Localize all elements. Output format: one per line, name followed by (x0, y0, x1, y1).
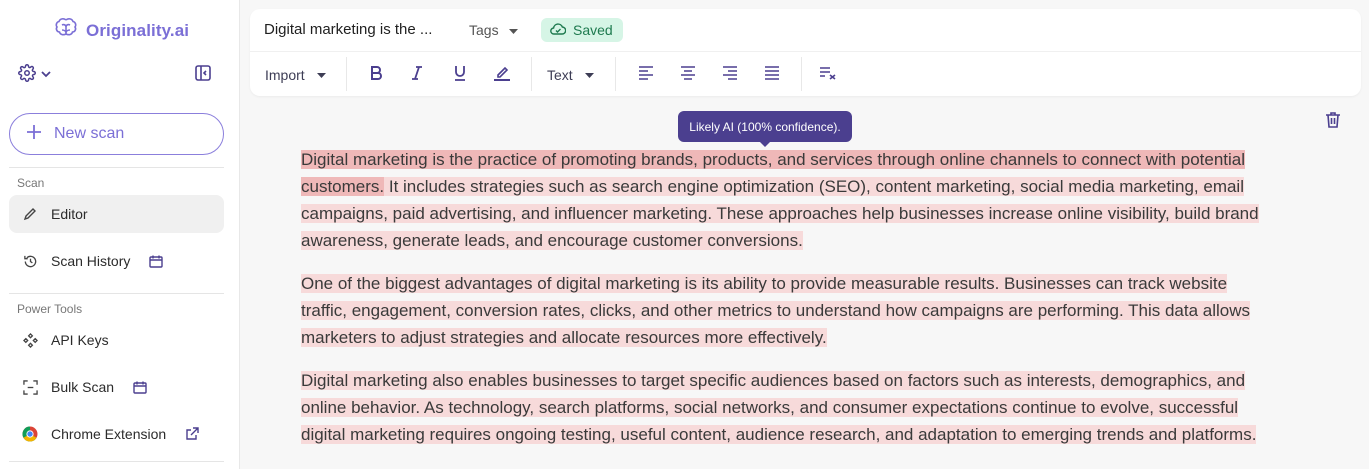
caret-down-icon (508, 22, 518, 38)
divider (9, 461, 224, 462)
sidebar-item-editor[interactable]: Editor (9, 195, 224, 233)
highlight-button[interactable] (493, 61, 511, 89)
sidebar-item-label: Scan History (51, 253, 131, 269)
plus-icon (26, 124, 42, 145)
underline-icon (453, 65, 467, 86)
text-style-dropdown[interactable]: Text (547, 61, 594, 89)
highlighted-text: It includes strategies such as search en… (301, 177, 1259, 250)
sidebar: Originality.ai New scan Scan Editor Scan… (0, 0, 240, 469)
highlighter-icon (493, 64, 511, 87)
italic-button[interactable] (411, 61, 423, 89)
trash-icon (1325, 112, 1341, 132)
section-label-scan: Scan (17, 176, 45, 190)
underline-button[interactable] (453, 61, 467, 89)
calendar-icon (149, 255, 164, 268)
new-scan-label: New scan (54, 125, 125, 142)
bold-button[interactable] (370, 61, 382, 89)
align-justify-button[interactable] (764, 61, 780, 89)
chrome-icon (22, 426, 38, 442)
align-center-button[interactable] (680, 61, 696, 89)
section-label-power-tools: Power Tools (17, 302, 83, 316)
editor-content[interactable]: Digital marketing is the practice of pro… (301, 146, 1276, 464)
divider (9, 167, 224, 168)
paragraph: Digital marketing is the practice of pro… (301, 146, 1276, 254)
settings-menu-button[interactable] (18, 64, 52, 87)
tags-dropdown[interactable]: Tags (469, 22, 518, 38)
logo-text: Originality.ai (86, 20, 190, 40)
caret-down-icon (316, 66, 326, 84)
italic-icon (411, 65, 423, 85)
api-keys-icon (22, 332, 38, 348)
paragraph: Digital marketing also enables businesse… (301, 367, 1276, 448)
text-style-label: Text (547, 67, 573, 83)
align-left-button[interactable] (638, 61, 654, 89)
import-label: Import (265, 67, 305, 83)
sidebar-item-bulk-scan[interactable]: Bulk Scan (9, 368, 224, 406)
ai-confidence-tooltip: Likely AI (100% confidence). (678, 111, 852, 147)
delete-button[interactable] (1325, 111, 1341, 133)
import-dropdown[interactable]: Import (265, 61, 326, 89)
bulk-scan-icon (22, 379, 38, 395)
logo[interactable]: Originality.ai (54, 17, 189, 44)
toolbar-separator (615, 57, 616, 91)
gear-icon (18, 64, 36, 87)
sidebar-item-scan-history[interactable]: Scan History (9, 242, 224, 280)
document-title[interactable]: Digital marketing is the ... (264, 21, 432, 38)
toolbar-divider (250, 51, 1361, 52)
cloud-check-icon (550, 22, 567, 39)
collapse-sidebar-button[interactable] (194, 64, 212, 87)
external-link-icon (185, 427, 199, 441)
highlighted-text: Digital marketing also enables businesse… (301, 371, 1257, 444)
paragraph: One of the biggest advantages of digital… (301, 270, 1276, 351)
toolbar-separator (346, 57, 347, 91)
sidebar-item-label: Editor (51, 206, 88, 222)
history-icon (22, 253, 38, 269)
sidebar-item-label: Bulk Scan (51, 379, 115, 395)
highlighted-text: One of the biggest advantages of digital… (301, 274, 1251, 347)
align-justify-icon (764, 65, 780, 85)
sidebar-item-api-keys[interactable]: API Keys (9, 321, 224, 359)
clear-format-icon (819, 66, 837, 85)
toolbar-separator (801, 57, 802, 91)
sidebar-item-label: Chrome Extension (51, 426, 167, 442)
clear-formatting-button[interactable] (819, 61, 837, 89)
align-right-button[interactable] (722, 61, 738, 89)
align-right-icon (722, 65, 738, 85)
saved-label: Saved (573, 22, 613, 38)
editor-header: Digital marketing is the ... Tags Saved … (250, 9, 1361, 96)
align-left-icon (638, 65, 654, 85)
divider (9, 293, 224, 294)
align-center-icon (680, 65, 696, 85)
toolbar-separator (531, 57, 532, 91)
pencil-icon (22, 206, 38, 222)
tags-label: Tags (469, 22, 499, 38)
brain-logo-icon (54, 17, 78, 44)
sidebar-item-chrome-extension[interactable]: Chrome Extension (9, 415, 224, 453)
caret-down-icon (584, 66, 594, 84)
calendar-icon (133, 381, 147, 394)
sidebar-item-label: API Keys (51, 332, 109, 348)
saved-status-badge: Saved (541, 18, 623, 42)
new-scan-button[interactable]: New scan (9, 113, 224, 155)
chevron-down-icon (40, 67, 52, 85)
bold-icon (370, 65, 382, 85)
sidebar-toggle-icon (194, 65, 212, 86)
